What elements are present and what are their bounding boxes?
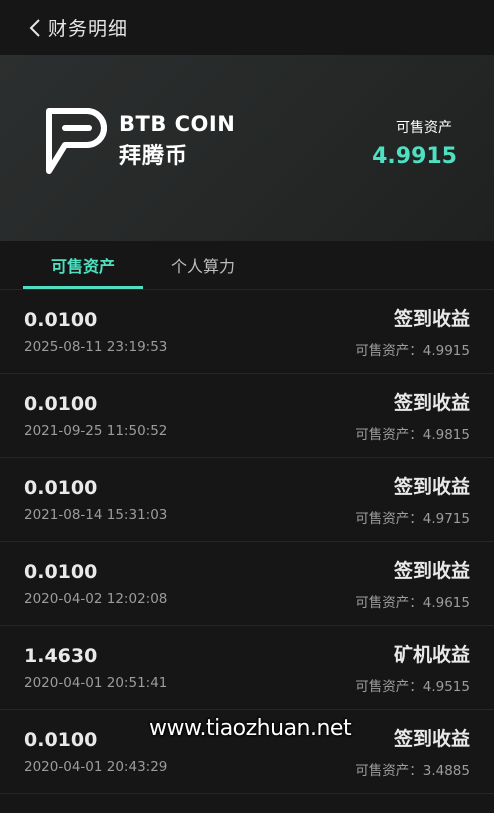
- list-item[interactable]: 0.0100 2020-04-02 12:02:08 签到收益 可售资产：4.9…: [0, 542, 494, 626]
- record-time: 2025-08-11 23:19:53: [24, 338, 168, 355]
- chevron-left-icon: [29, 18, 40, 37]
- record-type: 签到收益: [393, 560, 470, 582]
- record-type: 签到收益: [393, 476, 470, 498]
- record-balance: 可售资产：4.9615: [355, 595, 470, 611]
- record-amount: 0.0100: [24, 308, 98, 331]
- asset-summary: 可售资产 4.9915: [372, 117, 457, 169]
- record-balance: 可售资产：3.4885: [355, 763, 470, 779]
- tab-bar: 可售资产 个人算力: [0, 241, 494, 290]
- record-balance: 可售资产：4.9815: [355, 427, 470, 443]
- btb-logo-icon: [46, 108, 107, 174]
- record-balance: 可售资产：4.9915: [355, 343, 470, 359]
- list-item[interactable]: 0.0100 2025-08-11 23:19:53 签到收益 可售资产：4.9…: [0, 290, 494, 374]
- list-item[interactable]: 1.4630 2020-04-01 20:51:41 矿机收益 可售资产：4.9…: [0, 626, 494, 710]
- record-type: 矿机收益: [393, 644, 470, 666]
- record-balance: 可售资产：4.9715: [355, 511, 470, 527]
- top-bar: 财务明细: [0, 0, 494, 55]
- asset-label: 可售资产: [396, 120, 452, 136]
- record-type: 签到收益: [393, 728, 470, 750]
- record-balance: 可售资产：4.9515: [355, 679, 470, 695]
- asset-banner: BTB COIN 拜腾币 可售资产 4.9915: [0, 55, 494, 241]
- record-amount: 0.0100: [24, 392, 98, 415]
- list-item[interactable]: 0.0100 2021-09-25 11:50:52 签到收益 可售资产：4.9…: [0, 374, 494, 458]
- record-amount: 0.0100: [24, 560, 98, 583]
- record-amount: 1.4630: [24, 644, 98, 667]
- tab-sellable-assets[interactable]: 可售资产: [23, 241, 143, 289]
- record-time: 2020-04-01 20:43:29: [24, 758, 168, 775]
- watermark: www.tiaozhuan.net: [149, 716, 352, 741]
- record-time: 2021-08-14 15:31:03: [24, 506, 168, 523]
- brand-logo: BTB COIN 拜腾币: [43, 105, 235, 177]
- record-type: 签到收益: [393, 392, 470, 414]
- page-title: 财务明细: [48, 18, 129, 40]
- brand-name-en: BTB COIN: [119, 112, 236, 136]
- asset-value: 4.9915: [372, 144, 457, 169]
- brand-name-cn: 拜腾币: [119, 144, 189, 169]
- record-amount: 0.0100: [24, 728, 98, 751]
- record-time: 2021-09-25 11:50:52: [24, 422, 168, 439]
- list-item[interactable]: 0.0100 2021-08-14 15:31:03 签到收益 可售资产：4.9…: [0, 458, 494, 542]
- record-amount: 0.0100: [24, 476, 98, 499]
- record-type: 签到收益: [393, 308, 470, 330]
- back-button[interactable]: [24, 17, 46, 39]
- record-time: 2020-04-02 12:02:08: [24, 590, 168, 607]
- tab-personal-hashrate[interactable]: 个人算力: [143, 241, 263, 289]
- record-time: 2020-04-01 20:51:41: [24, 674, 168, 691]
